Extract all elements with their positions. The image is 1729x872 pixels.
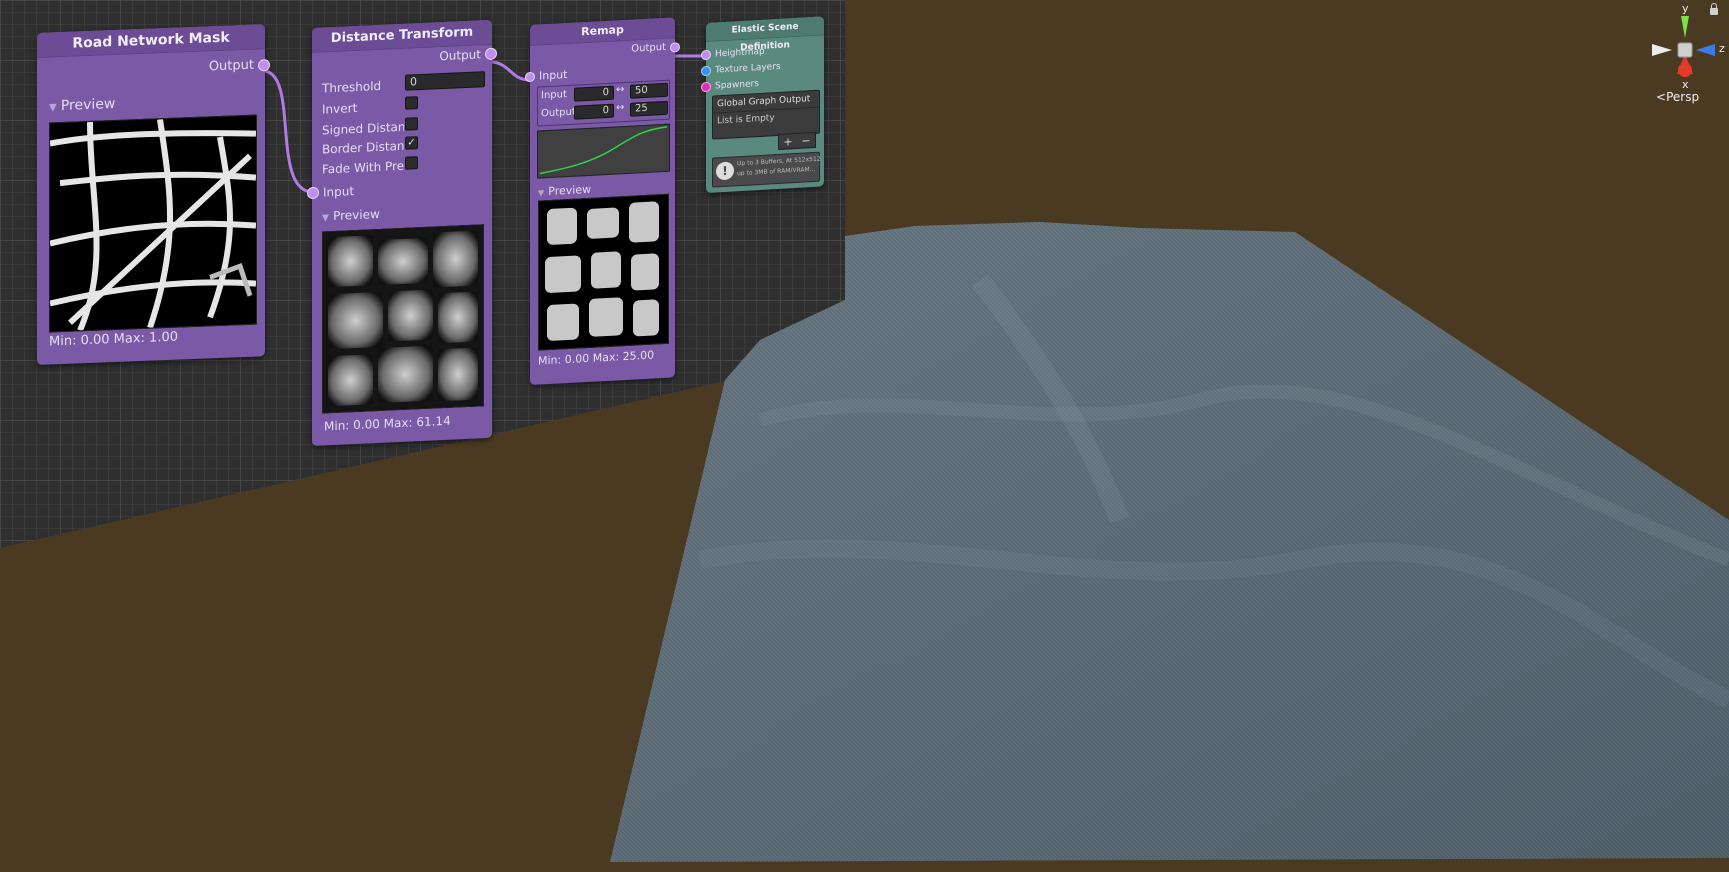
preview-foldout[interactable]: ▼ Preview: [49, 96, 115, 115]
input-port[interactable]: Input: [307, 184, 354, 200]
invert-label: Invert: [322, 100, 358, 117]
info-box: ! Up to 3 Buffers, At 512x512 up to 3MB …: [712, 151, 821, 188]
output-port[interactable]: Output: [209, 57, 270, 74]
range-arrow-icon: ↔: [616, 84, 625, 96]
range-input-label: Input: [541, 89, 567, 102]
input-port-label: Input: [539, 68, 568, 83]
spawners-port-label: Spawners: [715, 79, 759, 92]
triangle-down-icon: ▼: [538, 188, 545, 198]
orientation-gizmo[interactable]: y z x <Persp: [1640, 2, 1728, 104]
remove-item-button[interactable]: −: [801, 134, 810, 148]
minmax-readout: Min: 0.00 Max: 61.14: [324, 413, 451, 434]
spawners-port[interactable]: Spawners: [701, 79, 759, 93]
preview-foldout[interactable]: ▼ Preview: [322, 207, 380, 225]
range-input-min-field[interactable]: 0: [574, 85, 614, 102]
list-controls: + −: [778, 131, 816, 150]
gizmo-z-label: z: [1719, 42, 1725, 55]
road-network-mask-node[interactable]: Road Network Mask Output ▼ Preview Min: …: [37, 24, 270, 366]
gizmo-y-label: y: [1682, 2, 1689, 15]
gizmo-negz-cone: [1652, 44, 1672, 56]
texture-layers-port[interactable]: Texture Layers: [701, 61, 781, 77]
gizmo-y-cone: [1681, 16, 1689, 38]
triangle-down-icon: ▼: [322, 213, 329, 224]
persp-arrow-icon: <: [1656, 90, 1667, 104]
input-port[interactable]: Input: [525, 68, 567, 83]
texture-layers-port-label: Texture Layers: [715, 61, 781, 76]
output-port-dot[interactable]: [258, 58, 270, 72]
triangle-down-icon: ▼: [49, 102, 57, 114]
preview-label: Preview: [60, 95, 116, 115]
range-output-label: Output: [541, 106, 576, 120]
elastic-scene-definition-node[interactable]: Elastic Scene Definition Heightmap Textu…: [701, 16, 824, 194]
range-input-max-field[interactable]: 50: [630, 82, 668, 99]
border-distance-label: Border Distanc: [322, 138, 404, 157]
output-port-dot[interactable]: [670, 41, 680, 53]
heightmap-port[interactable]: Heightmap: [701, 47, 765, 61]
persp-label: Persp: [1666, 90, 1700, 104]
signed-distance-checkbox[interactable]: [405, 117, 418, 131]
threshold-label: Threshold: [322, 78, 382, 96]
range-arrow-icon: ↔: [616, 102, 625, 114]
input-port-label: Input: [323, 184, 355, 200]
heightmap-port-label: Heightmap: [715, 46, 765, 60]
output-port-dot[interactable]: [485, 47, 497, 61]
output-port-label: Output: [631, 41, 666, 55]
spawners-port-dot[interactable]: [701, 81, 711, 93]
road-mask-preview: [49, 114, 257, 333]
heightmap-port-dot[interactable]: [701, 49, 711, 61]
input-port-dot[interactable]: [525, 71, 535, 82]
output-port-label: Output: [208, 57, 254, 75]
preview-label: Preview: [333, 206, 380, 224]
threshold-field[interactable]: 0: [405, 71, 485, 91]
distance-preview: [322, 224, 484, 414]
info-icon: !: [716, 161, 734, 181]
border-distance-checkbox[interactable]: ✓: [405, 136, 418, 150]
output-port[interactable]: Output: [631, 41, 680, 55]
add-item-button[interactable]: +: [783, 135, 792, 149]
preview-foldout[interactable]: ▼ Preview: [538, 182, 591, 200]
texture-layers-port-dot[interactable]: [701, 65, 711, 77]
remap-preview: [538, 193, 669, 351]
output-port[interactable]: Output: [439, 47, 497, 64]
fade-with-previous-label: Fade With Prev: [322, 158, 404, 177]
distance-transform-node[interactable]: Distance Transform Output Threshold 0 In…: [307, 19, 497, 447]
fade-with-previous-checkbox[interactable]: [405, 156, 418, 170]
range-box: Input 0 ↔ 50 Output 0 ↔ 25: [537, 79, 670, 127]
range-output-max-field[interactable]: 25: [630, 100, 668, 117]
projection-toggle[interactable]: <Persp: [1656, 90, 1699, 104]
invert-checkbox[interactable]: [405, 96, 418, 110]
preview-label: Preview: [548, 182, 592, 199]
minmax-readout: Min: 0.00 Max: 25.00: [538, 348, 655, 368]
gizmo-z-cone: [1696, 44, 1715, 56]
remap-node[interactable]: Remap Output Input Input 0 ↔ 50 Output 0…: [525, 17, 680, 385]
remap-curve[interactable]: [537, 123, 670, 179]
lock-icon[interactable]: [1710, 3, 1718, 15]
output-port-label: Output: [439, 47, 481, 64]
signed-distance-label: Signed Distanc: [322, 119, 404, 138]
info-text-line2: up to 3MB of RAM/VRAM...: [737, 165, 816, 178]
range-output-min-field[interactable]: 0: [574, 103, 614, 120]
input-port-dot[interactable]: [307, 186, 319, 200]
minmax-readout: Min: 0.00 Max: 1.00: [49, 329, 178, 350]
